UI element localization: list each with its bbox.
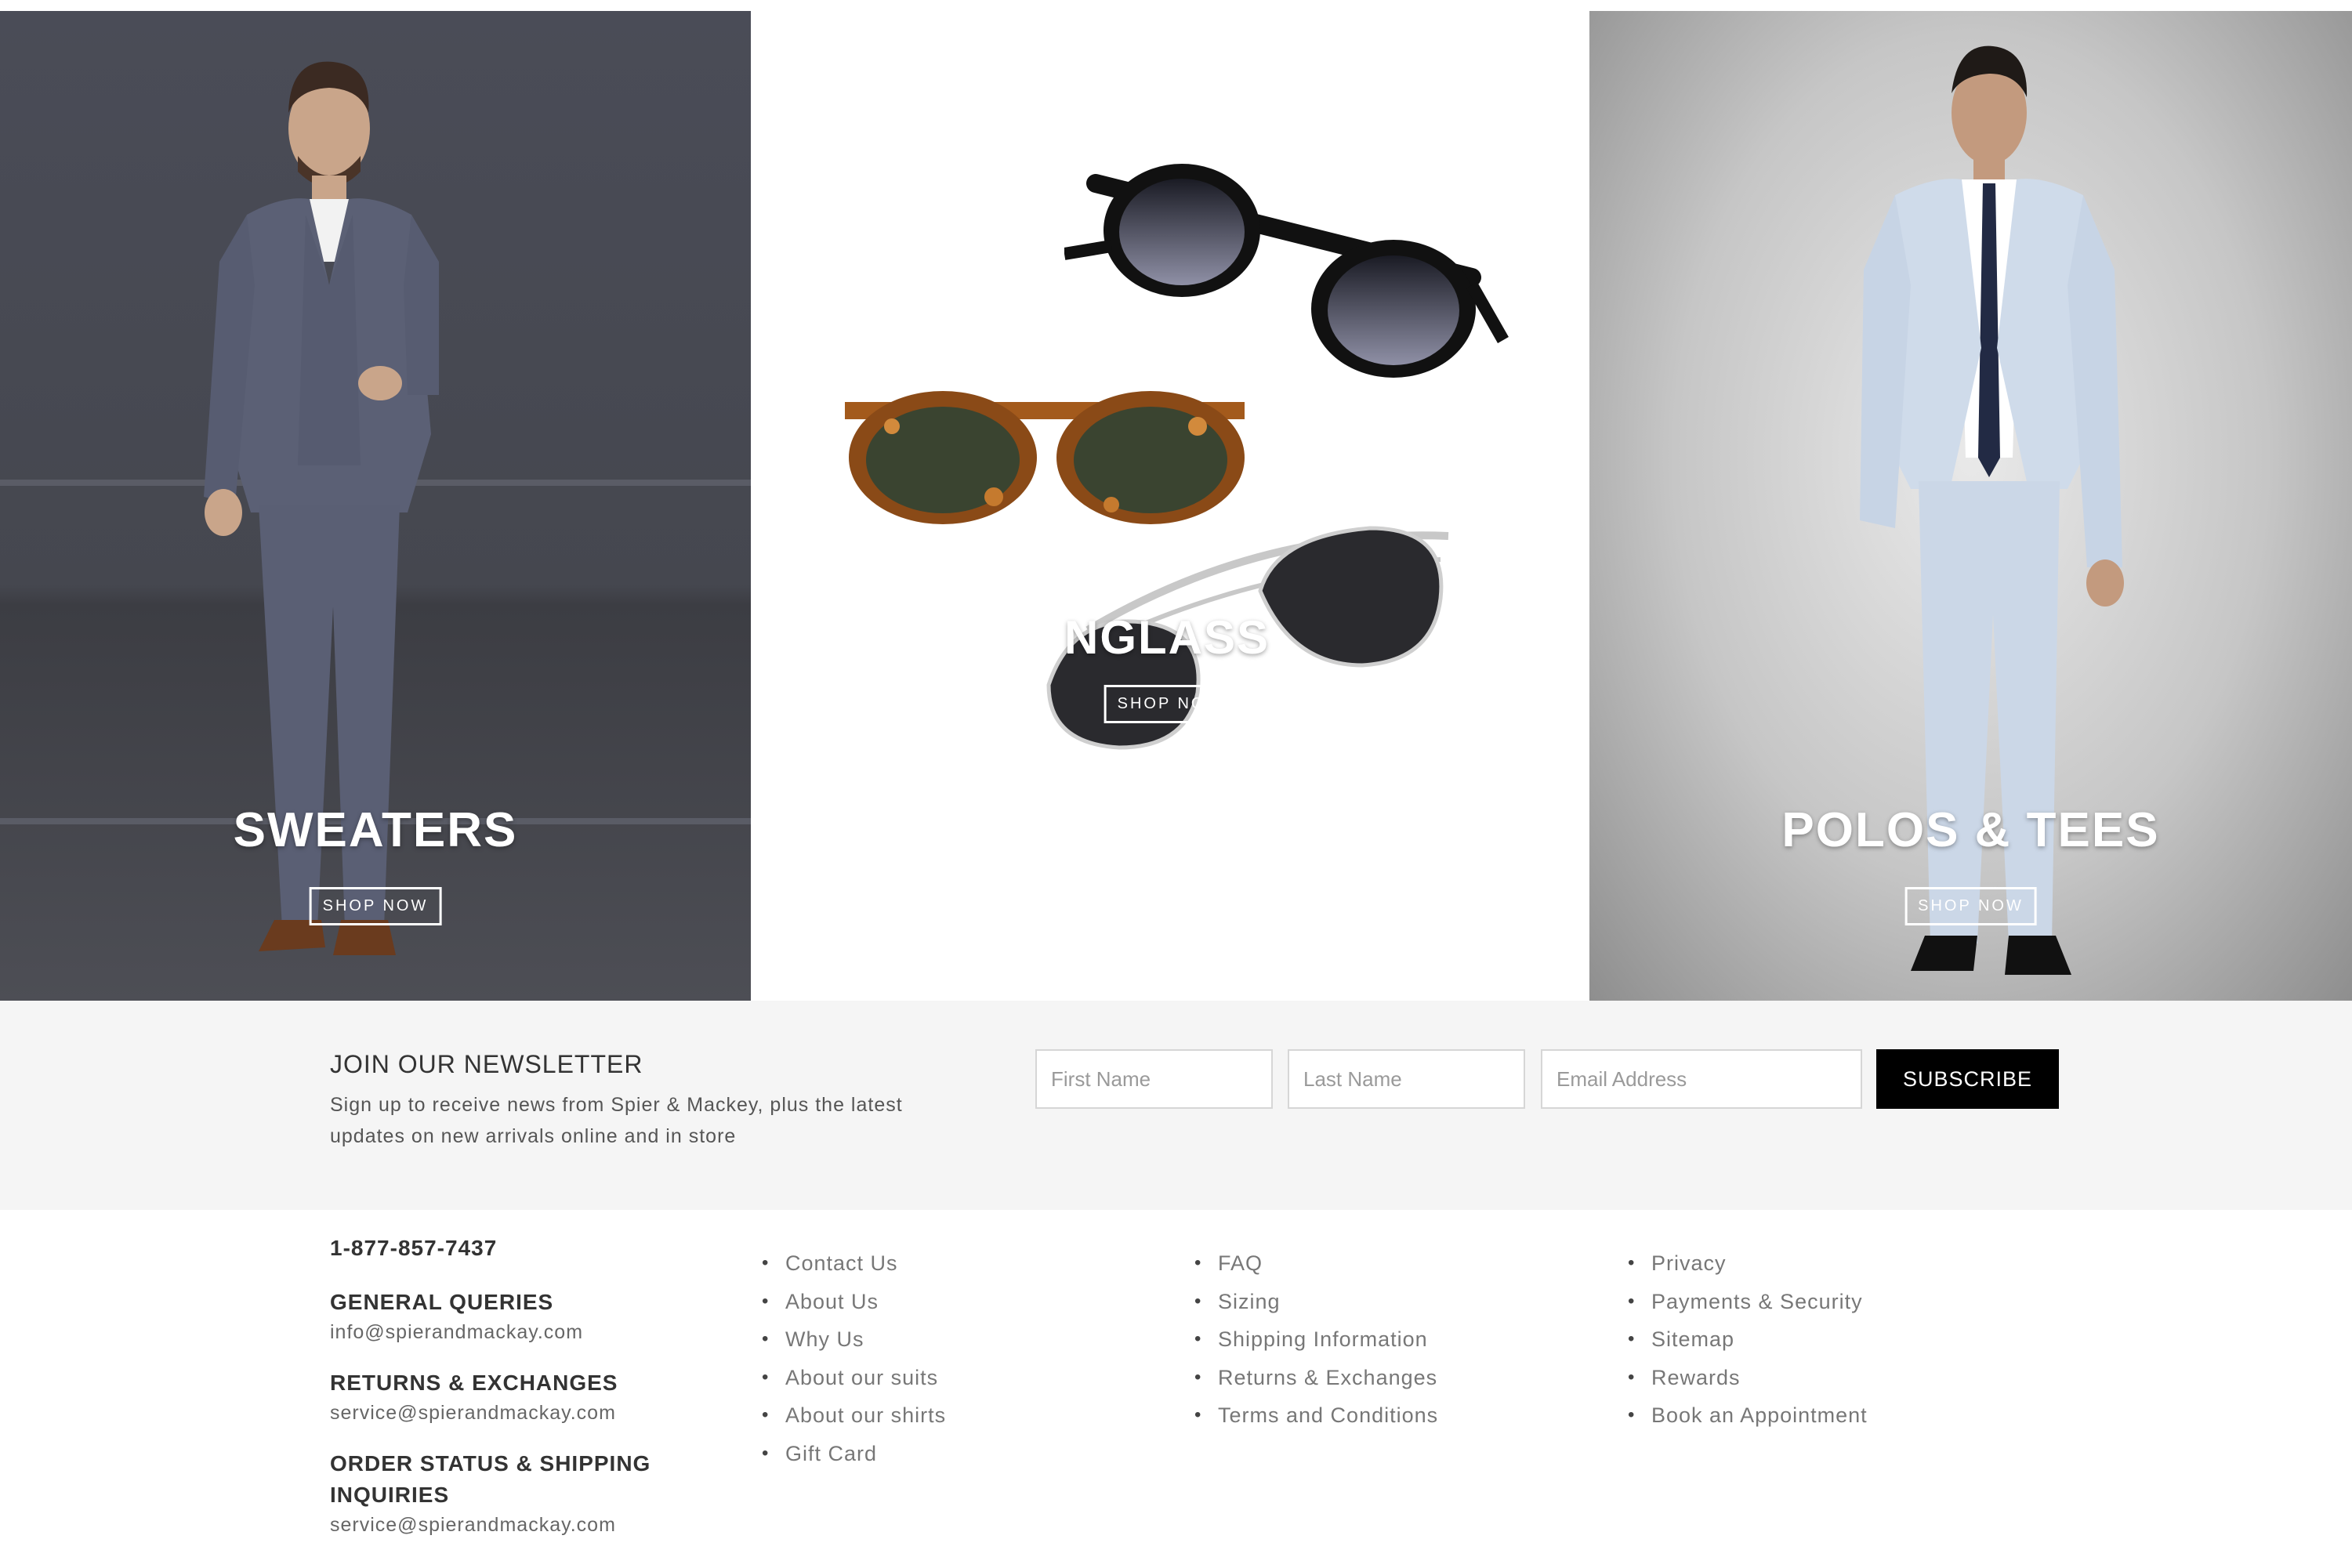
contact-email[interactable]: info@spierandmackay.com [330, 1321, 722, 1344]
footer-link-faq[interactable]: FAQ [1194, 1244, 1438, 1283]
footer-link-shipping[interactable]: Shipping Information [1194, 1320, 1438, 1359]
category-tile-polos-tees[interactable]: POLOS & TEES SHOP NOW [1589, 11, 2352, 1001]
first-name-input[interactable] [1035, 1049, 1273, 1109]
footer-link-sitemap[interactable]: Sitemap [1628, 1320, 1868, 1359]
footer-link-rewards[interactable]: Rewards [1628, 1359, 1868, 1397]
newsletter-title: JOIN OUR NEWSLETTER [330, 1050, 643, 1078]
shop-now-button[interactable]: SHOP NOW [309, 887, 442, 925]
newsletter-description-line: updates on new arrivals online and in st… [330, 1125, 737, 1147]
contact-heading: RETURNS & EXCHANGES [330, 1371, 618, 1395]
contact-block-order-status: ORDER STATUS & SHIPPING INQUIRIES servic… [330, 1448, 722, 1537]
contact-info: 1-877-857-7437 GENERAL QUERIES info@spie… [330, 1236, 722, 1537]
contact-heading: INQUIRIES [330, 1483, 450, 1507]
footer-link-about-suits[interactable]: About our suits [762, 1359, 946, 1397]
footer-links-help: FAQ Sizing Shipping Information Returns … [1194, 1244, 1438, 1435]
site-footer: 1-877-857-7437 GENERAL QUERIES info@spie… [0, 1210, 2352, 1568]
last-name-input[interactable] [1288, 1049, 1525, 1109]
newsletter-section: JOIN OUR NEWSLETTER Sign up to receive n… [0, 1001, 2352, 1210]
black-sunglasses-image [1064, 164, 1509, 378]
footer-link-about-us[interactable]: About Us [762, 1283, 946, 1321]
category-tile-sweaters[interactable]: SWEATERS SHOP NOW [0, 11, 751, 1001]
contact-email[interactable]: service@spierandmackay.com [330, 1402, 722, 1425]
footer-links-company: Contact Us About Us Why Us About our sui… [762, 1244, 946, 1472]
footer-link-terms[interactable]: Terms and Conditions [1194, 1396, 1438, 1435]
footer-link-returns[interactable]: Returns & Exchanges [1194, 1359, 1438, 1397]
footer-link-sizing[interactable]: Sizing [1194, 1283, 1438, 1321]
shop-now-button[interactable]: SHOP NOW [1104, 685, 1237, 723]
footer-link-why-us[interactable]: Why Us [762, 1320, 946, 1359]
footer-link-contact-us[interactable]: Contact Us [762, 1244, 946, 1283]
footer-links-legal: Privacy Payments & Security Sitemap Rewa… [1628, 1244, 1868, 1435]
category-hero: SWEATERS SHOP NOW NGLASS SHOP NOW POLOS … [0, 11, 2352, 1001]
email-input[interactable] [1541, 1049, 1862, 1109]
footer-link-privacy[interactable]: Privacy [1628, 1244, 1868, 1283]
phone-number[interactable]: 1-877-857-7437 [330, 1236, 722, 1261]
footer-link-book-appointment[interactable]: Book an Appointment [1628, 1396, 1868, 1435]
contact-heading: GENERAL QUERIES [330, 1290, 554, 1314]
newsletter-description: Sign up to receive news from Spier & Mac… [330, 1089, 988, 1152]
tile-title: NGLASS [1064, 611, 1270, 664]
footer-link-about-shirts[interactable]: About our shirts [762, 1396, 946, 1435]
footer-link-payments[interactable]: Payments & Security [1628, 1283, 1868, 1321]
newsletter-description-line: Sign up to receive news from Spier & Mac… [330, 1094, 903, 1116]
contact-email[interactable]: service@spierandmackay.com [330, 1514, 722, 1537]
tile-title: SWEATERS [233, 803, 518, 857]
tile-title: POLOS & TEES [1781, 803, 2160, 857]
contact-block-returns: RETURNS & EXCHANGES service@spierandmack… [330, 1367, 722, 1425]
contact-block-general: GENERAL QUERIES info@spierandmackay.com [330, 1287, 722, 1344]
footer-link-gift-card[interactable]: Gift Card [762, 1435, 946, 1473]
subscribe-button[interactable]: SUBSCRIBE [1876, 1049, 2059, 1109]
shop-now-button[interactable]: SHOP NOW [1904, 887, 2037, 925]
category-tile-sunglasses[interactable]: NGLASS SHOP NOW [751, 11, 1589, 1001]
contact-heading: ORDER STATUS & SHIPPING [330, 1451, 651, 1476]
